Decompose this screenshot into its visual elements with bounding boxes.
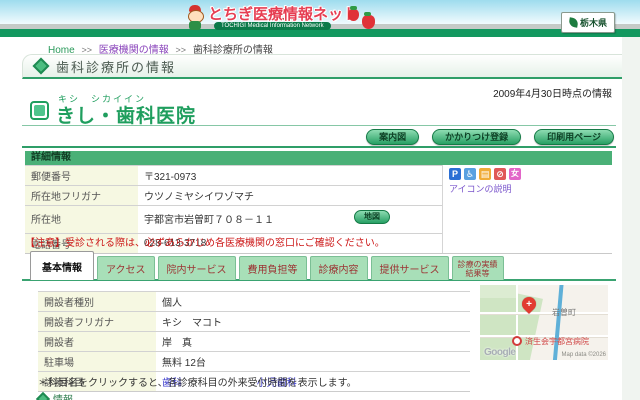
parking-value: 無料 12台 bbox=[156, 352, 470, 371]
mascot-icon bbox=[186, 5, 204, 31]
partial-footer-link[interactable]: 情報 bbox=[35, 391, 73, 400]
parking-label: 駐車場 bbox=[38, 352, 156, 371]
tab-results-line2: 結果等 bbox=[465, 268, 490, 278]
page-right-gutter bbox=[622, 37, 640, 400]
site-title: とちぎ医療情報ネット bbox=[208, 6, 359, 23]
address-value: 宇都宮市岩曽町７０８－１１ 地図 bbox=[138, 206, 442, 233]
map-road bbox=[516, 285, 518, 360]
founder-type-label: 開設者種別 bbox=[38, 292, 156, 311]
card-icon: ▤ bbox=[479, 168, 491, 180]
partial-footer-text: 情報 bbox=[53, 391, 73, 400]
tab-provided-services[interactable]: 提供サービス bbox=[370, 256, 449, 280]
as-of-date: 2009年4月30日時点の情報 bbox=[493, 89, 612, 100]
table-row: 開設者フリガナ キシ マコト bbox=[38, 311, 470, 331]
parking-icon: P bbox=[449, 168, 461, 180]
detail-table-header: 詳細情報 bbox=[25, 151, 612, 165]
site-logo[interactable]: とちぎ医療情報ネット TOCHIGI Medical Information N… bbox=[186, 1, 386, 37]
no-smoking-icon: ⊘ bbox=[494, 168, 506, 180]
print-page-button[interactable]: 印刷用ページ bbox=[534, 129, 614, 145]
divider bbox=[22, 146, 616, 148]
postal-code-label: 郵便番号 bbox=[25, 166, 138, 185]
pref-label: 栃木県 bbox=[579, 18, 607, 28]
google-logo: Google bbox=[484, 347, 516, 358]
tab-basic-info[interactable]: 基本情報 bbox=[30, 251, 94, 280]
tab-in-house-services[interactable]: 院内サービス bbox=[157, 256, 236, 280]
tab-results[interactable]: 診療の実績 結果等 bbox=[451, 256, 504, 280]
wheelchair-icon: ♿ bbox=[464, 168, 476, 180]
tochigi-pref-logo[interactable]: 栃木県 bbox=[561, 12, 615, 33]
page: とちぎ医療情報ネット TOCHIGI Medical Information N… bbox=[0, 0, 640, 400]
strawberry-icon bbox=[346, 6, 380, 31]
map-button[interactable]: 地図 bbox=[354, 210, 390, 224]
address-text: 宇都宮市岩曽町７０８－１１ bbox=[144, 215, 274, 226]
tab-bar: 基本情報 アクセス 院内サービス 費用負担等 診療内容 提供サービス 診療の実績… bbox=[30, 251, 504, 280]
register-family-doctor-button[interactable]: かかりつけ登録 bbox=[432, 129, 522, 145]
hospital-marker-icon bbox=[512, 336, 522, 346]
address-label: 所在地 bbox=[25, 206, 138, 233]
leaf-icon bbox=[568, 17, 579, 28]
founder-furigana-value: キシ マコト bbox=[156, 312, 470, 331]
diamond-icon bbox=[35, 391, 51, 400]
map-road bbox=[480, 312, 608, 314]
female-doctor-icon: 女 bbox=[509, 168, 521, 180]
divider bbox=[22, 125, 616, 126]
table-row: 開設者 岸 真 bbox=[38, 331, 470, 351]
clinic-name: きし・歯科医院 bbox=[56, 106, 197, 127]
table-row: 開設者種別 個人 bbox=[38, 291, 470, 311]
postal-code-value: 〒321-0973 bbox=[138, 166, 442, 185]
footnote: ＊科目名をクリックすると、各診療科目の外来受付時間を表示します。 bbox=[38, 378, 357, 389]
clinic-bullet-icon bbox=[30, 101, 49, 120]
table-row: 駐車場 無料 12台 bbox=[38, 351, 470, 371]
map-route-line bbox=[552, 285, 564, 360]
map-area-label: 岩曽町 bbox=[552, 308, 576, 317]
site-subtitle: TOCHIGI Medical Information Network bbox=[214, 22, 331, 30]
tab-treatment-details[interactable]: 診療内容 bbox=[309, 256, 368, 280]
section-title: 歯科診療所の情報 bbox=[56, 59, 177, 75]
diamond-icon bbox=[32, 57, 50, 75]
address-furigana-value: ウツノミヤシイワゾマチ bbox=[138, 186, 442, 205]
founder-type-value: 個人 bbox=[156, 292, 470, 311]
tab-results-line1: 診療の実績 bbox=[457, 259, 498, 269]
tab-access[interactable]: アクセス bbox=[97, 256, 155, 280]
map-green-area bbox=[480, 285, 516, 298]
founder-label: 開設者 bbox=[38, 332, 156, 351]
guide-map-button[interactable]: 案内図 bbox=[366, 129, 420, 145]
action-buttons: 案内図 かかりつけ登録 印刷用ページ bbox=[0, 129, 614, 145]
tab-costs[interactable]: 費用負担等 bbox=[238, 256, 307, 280]
hospital-label: 済生会宇都宮病院 bbox=[525, 337, 589, 346]
section-header: 歯科診療所の情報 bbox=[22, 54, 640, 79]
notice-text: 【注意】受診される際は、必ずあらかじめ各医療機関の窓口にご確認ください。 bbox=[25, 238, 385, 249]
address-furigana-label: 所在地フリガナ bbox=[25, 186, 138, 205]
founder-value: 岸 真 bbox=[156, 332, 470, 351]
facility-icons: P ♿ ▤ ⊘ 女 bbox=[449, 168, 612, 180]
facility-icons-cell: P ♿ ▤ ⊘ 女 アイコンの説明 bbox=[442, 165, 612, 253]
location-map[interactable]: + 岩曽町 済生会宇都宮病院 Google Map data ©2026 bbox=[480, 285, 608, 360]
map-attribution: Map data ©2026 bbox=[561, 352, 606, 358]
clinic-map-pin-icon: + bbox=[519, 294, 539, 314]
founder-furigana-label: 開設者フリガナ bbox=[38, 312, 156, 331]
icon-explanation-link[interactable]: アイコンの説明 bbox=[449, 182, 612, 195]
